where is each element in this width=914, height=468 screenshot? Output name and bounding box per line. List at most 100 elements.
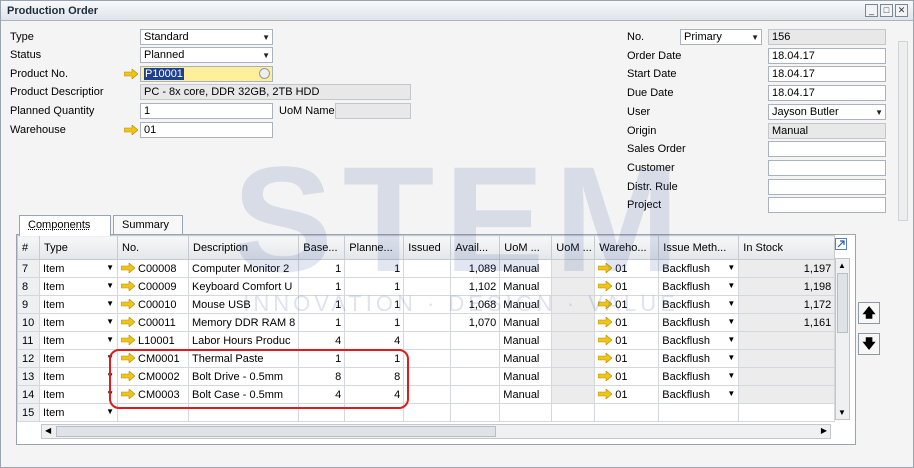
- issued-cell[interactable]: [403, 403, 452, 422]
- warehouse-cell[interactable]: 01: [594, 259, 660, 278]
- row-number[interactable]: 11: [17, 331, 40, 350]
- move-up-button[interactable]: 🡅: [858, 302, 880, 324]
- col-header[interactable]: Base...: [298, 235, 346, 260]
- description-cell[interactable]: Computer Monitor 2: [187, 259, 300, 278]
- tab-components[interactable]: Components: [19, 215, 111, 236]
- item-no-cell[interactable]: C00008: [117, 259, 189, 278]
- warehouse-cell[interactable]: 01: [594, 277, 660, 296]
- expand-icon[interactable]: [835, 238, 847, 250]
- base-qty-cell[interactable]: 1: [298, 295, 346, 314]
- issued-cell[interactable]: [403, 385, 452, 404]
- description-cell[interactable]: Bolt Case - 0.5mm: [187, 385, 300, 404]
- link-arrow-icon[interactable]: [121, 388, 135, 399]
- available-cell[interactable]: [450, 385, 501, 404]
- col-header[interactable]: Avail...: [450, 235, 501, 260]
- sales-order-input[interactable]: [768, 141, 886, 157]
- item-no-cell[interactable]: CM0003: [117, 385, 189, 404]
- chevron-down-icon[interactable]: ▼: [106, 263, 114, 272]
- warehouse-cell[interactable]: 01: [594, 367, 660, 386]
- uom2-cell[interactable]: [551, 259, 596, 278]
- warehouse-cell[interactable]: 01: [594, 313, 660, 332]
- issued-cell[interactable]: [403, 259, 452, 278]
- uom2-cell[interactable]: [551, 331, 596, 350]
- link-arrow-icon[interactable]: [121, 316, 135, 327]
- link-arrow-icon[interactable]: [598, 388, 613, 399]
- warehouse-input[interactable]: 01: [140, 122, 273, 138]
- table-row[interactable]: 9 Item ▼ C00010 Mouse USB 1 1 1,068 Manual 01 Back…: [17, 295, 836, 314]
- col-header[interactable]: #: [17, 235, 40, 260]
- issued-cell[interactable]: [403, 349, 452, 368]
- row-number[interactable]: 10: [17, 313, 40, 332]
- col-header[interactable]: Issued: [403, 235, 452, 260]
- table-row[interactable]: 14 Item ▼ CM0003 Bolt Case - 0.5mm 4 4 Manual 01…: [17, 385, 836, 404]
- planned-qty-input[interactable]: 1: [140, 103, 273, 119]
- link-arrow-icon[interactable]: [598, 280, 613, 291]
- issued-cell[interactable]: [403, 277, 452, 296]
- link-arrow-icon[interactable]: [598, 298, 613, 309]
- warehouse-cell[interactable]: 01: [594, 295, 660, 314]
- issued-cell[interactable]: [403, 313, 452, 332]
- chevron-down-icon[interactable]: ▼: [106, 407, 114, 416]
- type-cell[interactable]: Item ▼: [39, 277, 118, 296]
- order-date-input[interactable]: 18.04.17: [768, 48, 886, 64]
- project-input[interactable]: [768, 197, 886, 213]
- planned-qty-cell[interactable]: 8: [344, 367, 405, 386]
- chevron-down-icon[interactable]: ▼: [727, 299, 735, 308]
- base-qty-cell[interactable]: 4: [298, 331, 346, 350]
- issue-method-cell[interactable]: [658, 403, 740, 422]
- planned-qty-cell[interactable]: 1: [344, 277, 405, 296]
- in-stock-cell[interactable]: 1,198: [738, 277, 836, 296]
- issued-cell[interactable]: [403, 367, 452, 386]
- in-stock-cell[interactable]: [738, 331, 836, 350]
- item-no-cell[interactable]: CM0002: [117, 367, 189, 386]
- link-arrow-icon[interactable]: [598, 316, 613, 327]
- in-stock-cell[interactable]: [738, 403, 836, 422]
- uom-cell[interactable]: [499, 403, 553, 422]
- table-row[interactable]: 10 Item ▼ C00011 Memory DDR RAM 8 1 1 1,070 Manu…: [17, 313, 836, 332]
- issue-method-cell[interactable]: Backflush ▼: [658, 295, 740, 314]
- base-qty-cell[interactable]: 1: [298, 349, 346, 368]
- link-arrow-icon[interactable]: [121, 334, 135, 345]
- base-qty-cell[interactable]: 8: [298, 367, 346, 386]
- item-no-cell[interactable]: [117, 403, 189, 422]
- chevron-down-icon[interactable]: ▼: [106, 299, 114, 308]
- customer-input[interactable]: [768, 160, 886, 176]
- type-cell[interactable]: Item ▼: [39, 331, 118, 350]
- row-number[interactable]: 15: [17, 403, 40, 422]
- table-row[interactable]: 12 Item ▼ CM0001 Thermal Paste 1 1 Manual 01 Back…: [17, 349, 836, 368]
- uom2-cell[interactable]: [551, 367, 596, 386]
- issued-cell[interactable]: [403, 295, 452, 314]
- planned-qty-cell[interactable]: 1: [344, 349, 405, 368]
- uom2-cell[interactable]: [551, 277, 596, 296]
- header-scrollbar[interactable]: [898, 41, 908, 221]
- available-cell[interactable]: [450, 331, 501, 350]
- table-row[interactable]: 13 Item ▼ CM0002 Bolt Drive - 0.5mm 8 8 Manual 0…: [17, 367, 836, 386]
- type-cell[interactable]: Item ▼: [39, 385, 118, 404]
- uom-name-field[interactable]: [335, 103, 411, 119]
- chevron-down-icon[interactable]: ▼: [106, 353, 114, 362]
- origin-field[interactable]: Manual: [768, 123, 886, 139]
- base-qty-cell[interactable]: 1: [298, 259, 346, 278]
- col-header[interactable]: Wareho...: [594, 235, 660, 260]
- warehouse-cell[interactable]: [594, 403, 660, 422]
- uom2-cell[interactable]: [551, 295, 596, 314]
- planned-qty-cell[interactable]: 4: [344, 385, 405, 404]
- planned-qty-cell[interactable]: 4: [344, 331, 405, 350]
- planned-qty-cell[interactable]: [344, 403, 405, 422]
- col-header[interactable]: UoM ...: [499, 235, 553, 260]
- item-no-cell[interactable]: L10001: [117, 331, 189, 350]
- issue-method-cell[interactable]: Backflush ▼: [658, 331, 740, 350]
- available-cell[interactable]: 1,070: [450, 313, 501, 332]
- scroll-down-icon[interactable]: ▼: [838, 408, 846, 417]
- base-qty-cell[interactable]: [298, 403, 346, 422]
- chevron-down-icon[interactable]: ▼: [106, 281, 114, 290]
- tab-summary[interactable]: Summary: [113, 215, 183, 235]
- available-cell[interactable]: [450, 367, 501, 386]
- uom-cell[interactable]: Manual: [499, 349, 553, 368]
- series-select[interactable]: Primary ▼: [680, 29, 762, 45]
- base-qty-cell[interactable]: 4: [298, 385, 346, 404]
- link-arrow-icon[interactable]: [598, 262, 613, 273]
- col-header[interactable]: Issue Meth...: [658, 235, 740, 260]
- uom-cell[interactable]: Manual: [499, 385, 553, 404]
- scroll-thumb[interactable]: [56, 426, 496, 437]
